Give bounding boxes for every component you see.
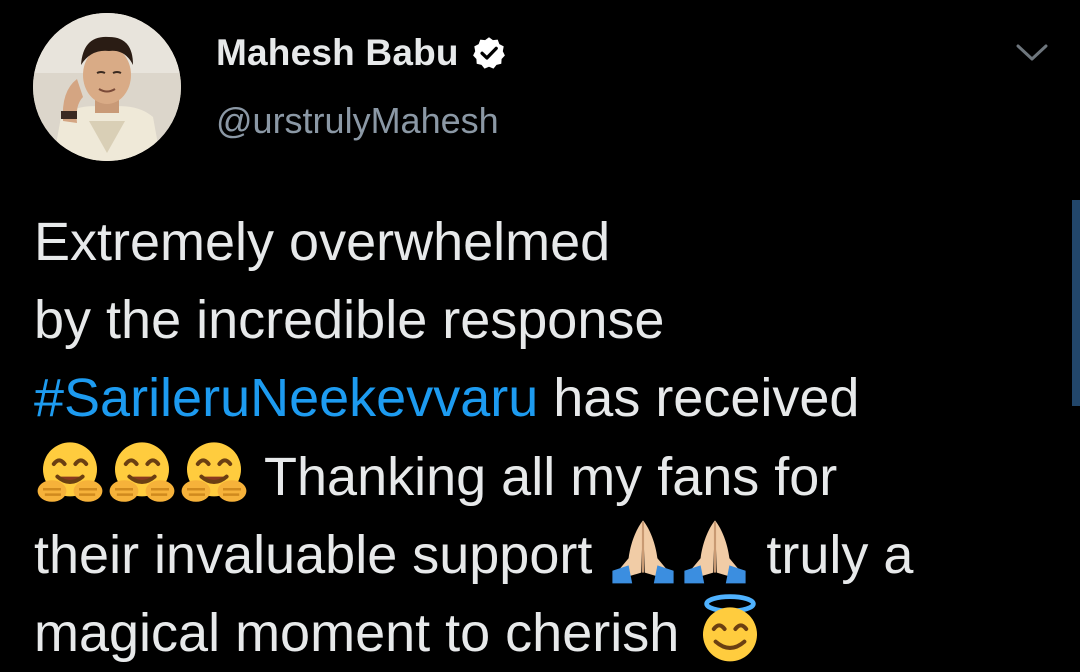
hugging-face-emoji <box>178 437 250 509</box>
tweet-line-4-rest: Thanking all my fans for <box>250 447 838 507</box>
scrollbar[interactable] <box>1072 200 1080 406</box>
author-display-name[interactable]: Mahesh Babu <box>216 32 459 74</box>
chevron-down-icon <box>1016 44 1048 61</box>
tweet-text: Extremely overwhelmed by the incredible … <box>34 203 1044 671</box>
author-handle[interactable]: @urstrulyMahesh <box>216 100 499 142</box>
tweet-line-2: by the incredible response <box>34 290 665 350</box>
tweet-line-5: their invaluable support truly a <box>34 515 1044 593</box>
hugging-face-emoji <box>106 437 178 509</box>
tweet-menu-button[interactable] <box>1013 38 1051 68</box>
hashtag-link[interactable]: #SarileruNeekevvaru <box>34 368 538 428</box>
verified-badge-icon <box>472 37 505 69</box>
folded-hands-emoji <box>607 515 679 587</box>
tweet-line-3-rest: has received <box>538 368 860 428</box>
tweet-line-5-text: their invaluable support <box>34 525 608 585</box>
tweet-line-4: Thanking all my fans for <box>34 437 1044 515</box>
tweet: Mahesh Babu @urstrulyMahesh Extremely ov… <box>0 0 1080 663</box>
hugging-face-emoji <box>34 437 106 509</box>
avatar[interactable] <box>33 13 181 161</box>
tweet-line-3: #SarileruNeekevvaru has received <box>34 359 1044 437</box>
author-name-row[interactable]: Mahesh Babu <box>216 30 507 76</box>
tweet-line-5-rest: truly a <box>751 525 914 585</box>
tweet-line-6-text: magical moment to cherish <box>34 603 695 663</box>
folded-hands-emoji <box>679 515 751 587</box>
tweet-line-1: Extremely overwhelmed <box>34 212 611 272</box>
smiling-face-with-halo-emoji <box>694 593 766 665</box>
avatar-image <box>33 13 181 161</box>
tweet-line-6: magical moment to cherish <box>34 593 1044 671</box>
